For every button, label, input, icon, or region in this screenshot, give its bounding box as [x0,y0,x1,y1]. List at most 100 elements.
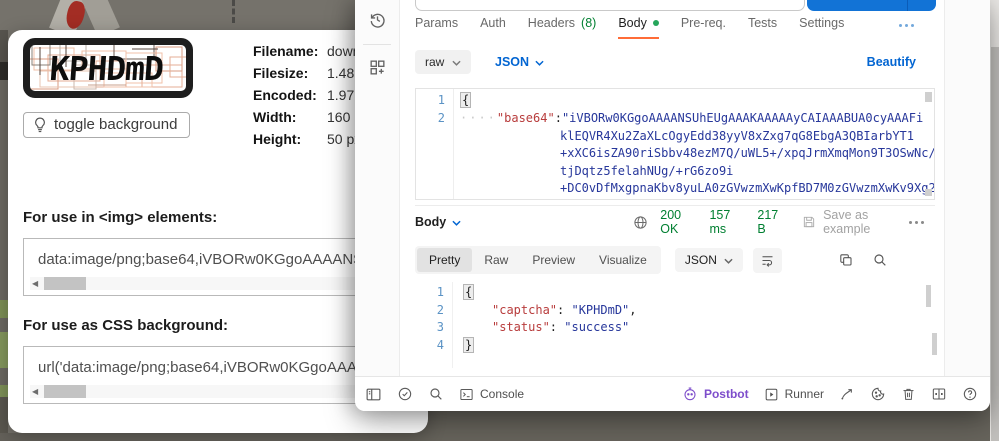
tab-settings[interactable]: Settings [799,16,844,39]
code-line: "captcha": "KPHDmD", [492,302,637,320]
tab-headers[interactable]: Headers (8) [528,16,597,39]
request-url-input[interactable] [415,0,805,11]
tab-tests[interactable]: Tests [748,16,777,39]
save-as-example-button[interactable]: Save as example [802,208,909,236]
postman-main-area: Params Auth Headers (8) Body Pre-req. Te… [400,0,944,376]
scrollbar-thumb[interactable] [44,385,86,398]
browser-scrollbar-thumb[interactable] [991,47,999,441]
tab-params[interactable]: Params [415,16,458,39]
meta-label: Filesize: [253,65,327,81]
toggle-background-label: toggle background [54,116,177,133]
line-number: 2 [438,111,445,125]
help-icon[interactable] [962,386,978,402]
code-wrapped-line: +DC0vDfMxgpnaKbv8yuLA0zGVwzmXwKpfBD7M0zG… [560,180,935,198]
json-string-value: "KPHDmD" [571,303,629,317]
editor-scrollbar-corner [925,189,932,196]
beautify-link[interactable]: Beautify [867,55,916,69]
console-button[interactable]: Console [459,387,524,402]
tab-visualize[interactable]: Visualize [587,248,659,272]
meta-label: Filename: [253,43,327,59]
sidebar-toggle-icon[interactable] [365,386,382,403]
editor-scrollbar-thumb[interactable] [926,285,931,307]
pane-scrollbar-thumb[interactable] [932,333,937,355]
brace-token[interactable]: } [463,337,474,353]
tab-pretty[interactable]: Pretty [417,248,472,272]
tab-preview[interactable]: Preview [520,248,587,272]
scroll-left-arrow-icon[interactable]: ◀ [32,279,38,288]
colon-token: : [550,320,564,334]
json-string-value: "iVBORw0KGgoAAAANSUhEUgAAAKAAAAAyCAIAAAB… [562,111,923,125]
check-circle-icon[interactable] [397,386,413,402]
response-body-editor[interactable]: 1 2 3 4 { "captcha": "KPHDmD", "status":… [415,282,935,368]
cookie-icon[interactable] [870,386,886,402]
code-line: { [460,92,471,110]
postbot-button[interactable]: Postbot [682,386,749,402]
toggle-background-button[interactable]: toggle background [23,112,190,138]
network-globe-icon[interactable] [633,215,648,230]
send-button[interactable] [807,0,936,11]
tab-raw[interactable]: Raw [472,248,520,272]
response-more-icon[interactable] [909,221,924,224]
brace-token[interactable]: { [463,284,474,300]
background-sliver [0,397,8,433]
history-icon[interactable] [368,10,387,34]
tab-body[interactable]: Body [618,16,659,39]
img-usage-heading: For use in <img> elements: [23,209,217,226]
console-icon [459,387,474,402]
line-number: 1 [437,285,444,299]
more-tabs-icon[interactable] [899,24,914,27]
language-dropdown[interactable]: JSON [495,55,544,69]
copy-icon[interactable] [838,252,854,268]
scroll-left-arrow-icon[interactable]: ◀ [32,387,38,396]
json-key: "status" [492,320,550,334]
editor-scrollbar-thumb[interactable] [925,92,932,102]
response-language-dropdown[interactable]: JSON [675,248,743,272]
code-line: { [463,284,474,302]
response-status-group: 200 OK 157 ms 217 B [633,208,786,236]
comma-token: , [629,303,636,317]
tab-label: Auth [480,16,506,30]
background-sliver [0,385,8,397]
tab-pre-request[interactable]: Pre-req. [681,16,726,39]
background-sliver [0,62,8,80]
line-number: 4 [437,338,444,352]
postman-window: Params Auth Headers (8) Body Pre-req. Te… [355,0,990,411]
brace-token[interactable]: { [460,92,471,108]
postman-right-sidebar [944,0,990,376]
split-pane-icon[interactable] [931,386,947,402]
code-wrapped-line: +xXC6isZA90riSbbv48ezM7Q/uWL5+/xpqJrmXmq… [560,145,935,163]
meta-row-height: Height: 50 px [253,128,369,150]
background-sliver [0,332,8,368]
chevron-down-icon [452,55,461,69]
wrap-lines-icon[interactable] [753,248,782,273]
response-time[interactable]: 157 ms [709,208,745,236]
code-wrapped-line: klEQVR4Xu2ZaXLcOgyEdd38yyV8xZxg7qG8EbgA3… [560,128,914,146]
collections-new-icon[interactable] [368,58,387,82]
body-type-dropdown[interactable]: raw [415,50,471,74]
pane-divider[interactable] [415,205,935,206]
background-sliver [0,80,8,300]
code-line: ····"base64":"iVBORw0KGgoAAAANSUhEUgAAAK… [460,110,923,128]
tab-auth[interactable]: Auth [480,16,506,39]
captcha-noise-graphic: KPHDmD [30,45,186,91]
search-icon[interactable] [428,386,444,402]
runner-button[interactable]: Runner [764,387,824,402]
response-body-dropdown[interactable]: Body [415,215,461,229]
console-label: Console [480,387,524,401]
response-size[interactable]: 217 B [757,208,786,236]
search-icon[interactable] [872,252,888,268]
tab-label: Body [618,16,647,30]
meta-label: Encoded: [253,87,327,103]
meta-row-filesize: Filesize: 1.48 K [253,62,369,84]
postman-status-bar: Console Postbot Runner [355,376,990,411]
line-number: 3 [437,320,444,334]
request-body-editor[interactable]: 1 2 { ····"base64":"iVBORw0KGgoAAAANSUhE… [415,88,935,200]
trash-icon[interactable] [901,386,916,402]
chevron-down-icon [452,215,461,229]
request-tab-bar: Params Auth Headers (8) Body Pre-req. Te… [415,16,844,39]
tab-label: Params [415,16,458,30]
scrollbar-thumb[interactable] [44,277,86,290]
capture-requests-icon[interactable] [839,386,855,402]
status-code[interactable]: 200 OK [660,208,697,236]
response-tab-bar: Pretty Raw Preview Visualize JSON [415,246,924,274]
